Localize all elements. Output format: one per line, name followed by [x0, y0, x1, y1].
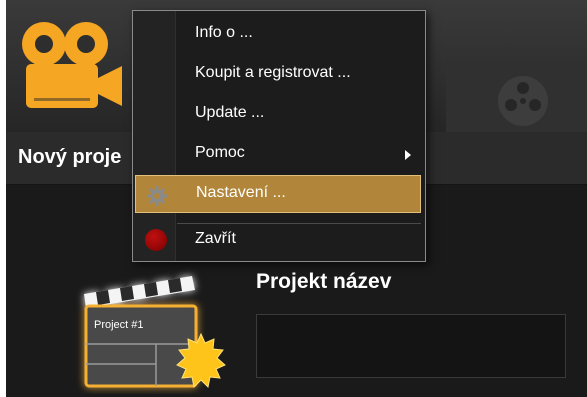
menu-item-update[interactable]: Update ...: [135, 95, 421, 133]
clapperboard-icon[interactable]: Project #1: [76, 266, 236, 394]
menu-item-label: Info o ...: [195, 24, 253, 41]
menu-item-info[interactable]: Info o ...: [135, 15, 421, 53]
menu-item-close[interactable]: Zavřít: [135, 221, 421, 259]
menu-item-buy-register[interactable]: Koupit a registrovat ...: [135, 55, 421, 93]
menu-item-label: Zavřít: [195, 230, 236, 247]
red-circle-icon: [145, 229, 167, 251]
menu-item-help[interactable]: Pomoc: [135, 135, 421, 173]
submenu-arrow-icon: [405, 150, 411, 160]
app-menu-dropdown: Info o ... Koupit a registrovat ... Upda…: [132, 10, 426, 262]
menu-item-label: Nastavení ...: [196, 184, 286, 201]
project-name-input[interactable]: [256, 314, 566, 378]
movie-camera-logo-icon[interactable]: [16, 14, 126, 114]
project-tab-title[interactable]: Nový proje: [18, 146, 121, 169]
gear-icon: [147, 186, 167, 206]
project-name-label: Projekt název: [256, 270, 392, 293]
menu-item-label: Pomoc: [195, 144, 245, 161]
menu-item-label: Koupit a registrovat ...: [195, 64, 351, 81]
menu-item-label: Update ...: [195, 104, 265, 121]
menu-item-settings[interactable]: Nastavení ...: [135, 175, 421, 213]
film-reel-icon: [498, 76, 548, 126]
project-thumbnail-caption: Project #1: [94, 319, 144, 331]
